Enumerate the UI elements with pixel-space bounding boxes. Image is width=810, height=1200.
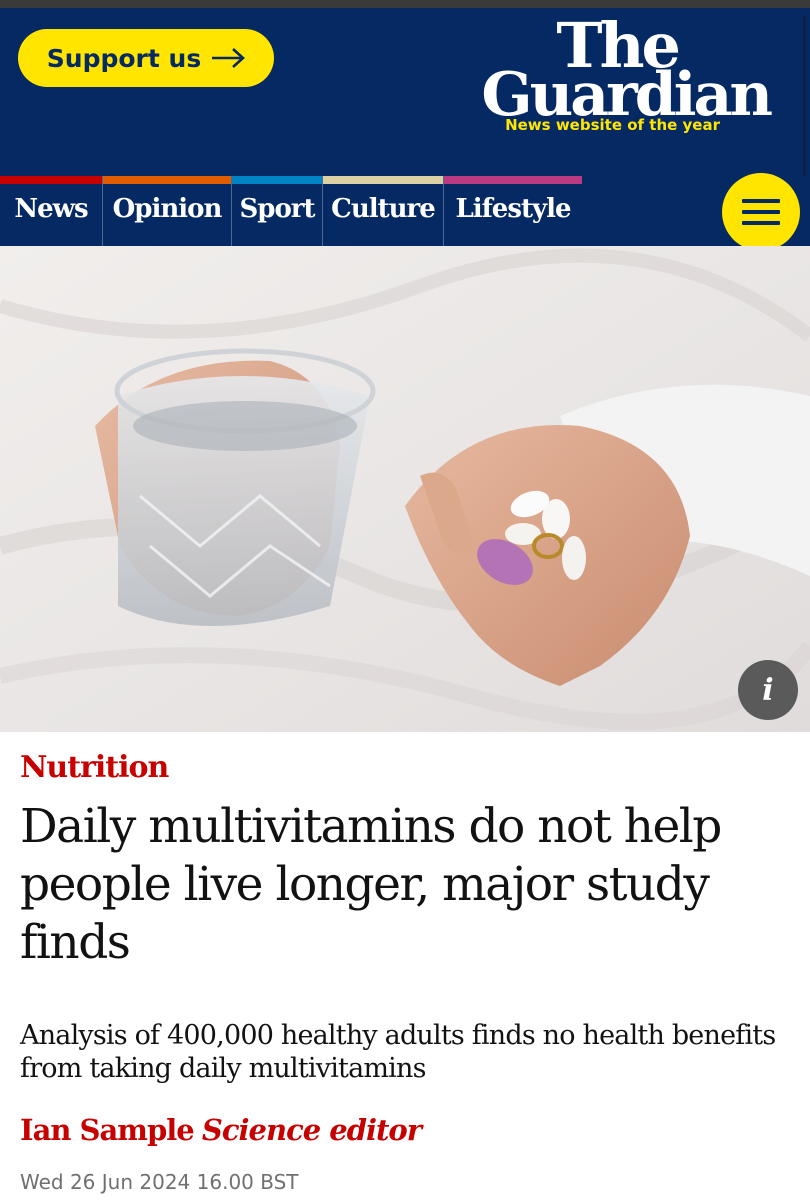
info-icon: i [762,672,774,708]
author-role: Science editor [201,1113,422,1147]
article-kicker[interactable]: Nutrition [20,750,169,785]
logo-tagline: News website of the year [505,116,720,134]
article-date: Wed 26 Jun 2024 16.00 BST [20,1170,299,1194]
top-strip [0,0,810,8]
nav-item-sport[interactable]: Sport [232,176,323,246]
nav-item-opinion[interactable]: Opinion [103,176,232,246]
nav-item-culture[interactable]: Culture [323,176,444,246]
nav-item-opinion-label: Opinion [112,194,223,224]
menu-button[interactable] [722,173,800,251]
article-standfirst: Analysis of 400,000 healthy adults finds… [20,1020,776,1084]
nav-item-culture-bar [323,176,443,184]
article-headline: Daily multivitamins do not help people l… [20,799,722,970]
hamburger-icon-line-3 [742,221,780,225]
nav-item-news[interactable]: News [0,176,103,246]
scroll-edge [803,16,806,184]
nav-item-sport-label: Sport [239,194,315,224]
arrow-right-icon [212,48,246,68]
hamburger-icon-line-2 [742,210,780,214]
author-link[interactable]: Ian Sample [20,1113,195,1147]
article-byline: Ian Sample Science editor [20,1113,422,1147]
support-us-label: Support us [46,43,202,73]
pillar-nav: News Opinion Sport Culture Lifestyle [0,176,810,246]
nav-item-lifestyle[interactable]: Lifestyle [444,176,582,246]
nav-item-news-bar [0,176,102,184]
nav-item-news-label: News [14,194,88,224]
nav-item-opinion-bar [103,176,231,184]
hero-photo [0,246,810,732]
image-info-button[interactable]: i [738,660,798,720]
hamburger-icon-line-1 [742,199,780,203]
nav-item-lifestyle-label: Lifestyle [455,194,571,224]
article-hero-image [0,246,810,732]
nav-item-sport-bar [232,176,322,184]
nav-item-lifestyle-bar [444,176,582,184]
support-us-button[interactable]: Support us [18,29,274,87]
masthead: Support us The Guardian News website of … [0,8,810,184]
nav-item-culture-label: Culture [331,194,436,224]
